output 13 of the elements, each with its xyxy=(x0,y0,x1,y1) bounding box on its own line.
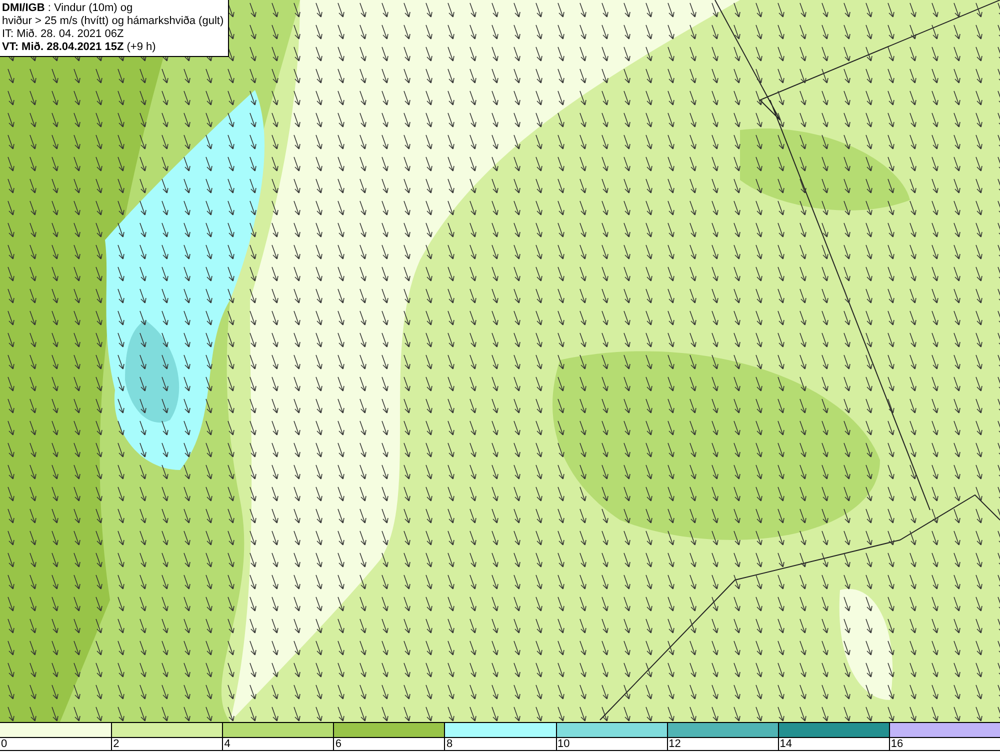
legend-tick-label: 4 xyxy=(224,738,230,751)
legend-tick-label: 12 xyxy=(668,738,681,751)
legend-tick-label: 10 xyxy=(558,738,570,751)
caption-line: hviður > 25 m/s (hvítt) og hámarkshviða (gult) xyxy=(2,15,224,28)
legend-tick-label: 16 xyxy=(890,738,904,751)
legend-tick-label: 0 xyxy=(1,738,8,751)
caption-line: IT: Mið. 28. 04. 2021 06Z xyxy=(2,28,125,41)
legend-tick-label: 6 xyxy=(335,738,342,751)
caption-line: DMI/IGB : Vindur (10m) og xyxy=(2,2,134,15)
legend-tick-label: 14 xyxy=(780,738,792,751)
legend-tick-label: 2 xyxy=(113,738,120,751)
legend-tick-label: 8 xyxy=(446,738,453,751)
caption-line: VT: Mið. 28.04.2021 15Z (+9 h) xyxy=(2,41,157,54)
